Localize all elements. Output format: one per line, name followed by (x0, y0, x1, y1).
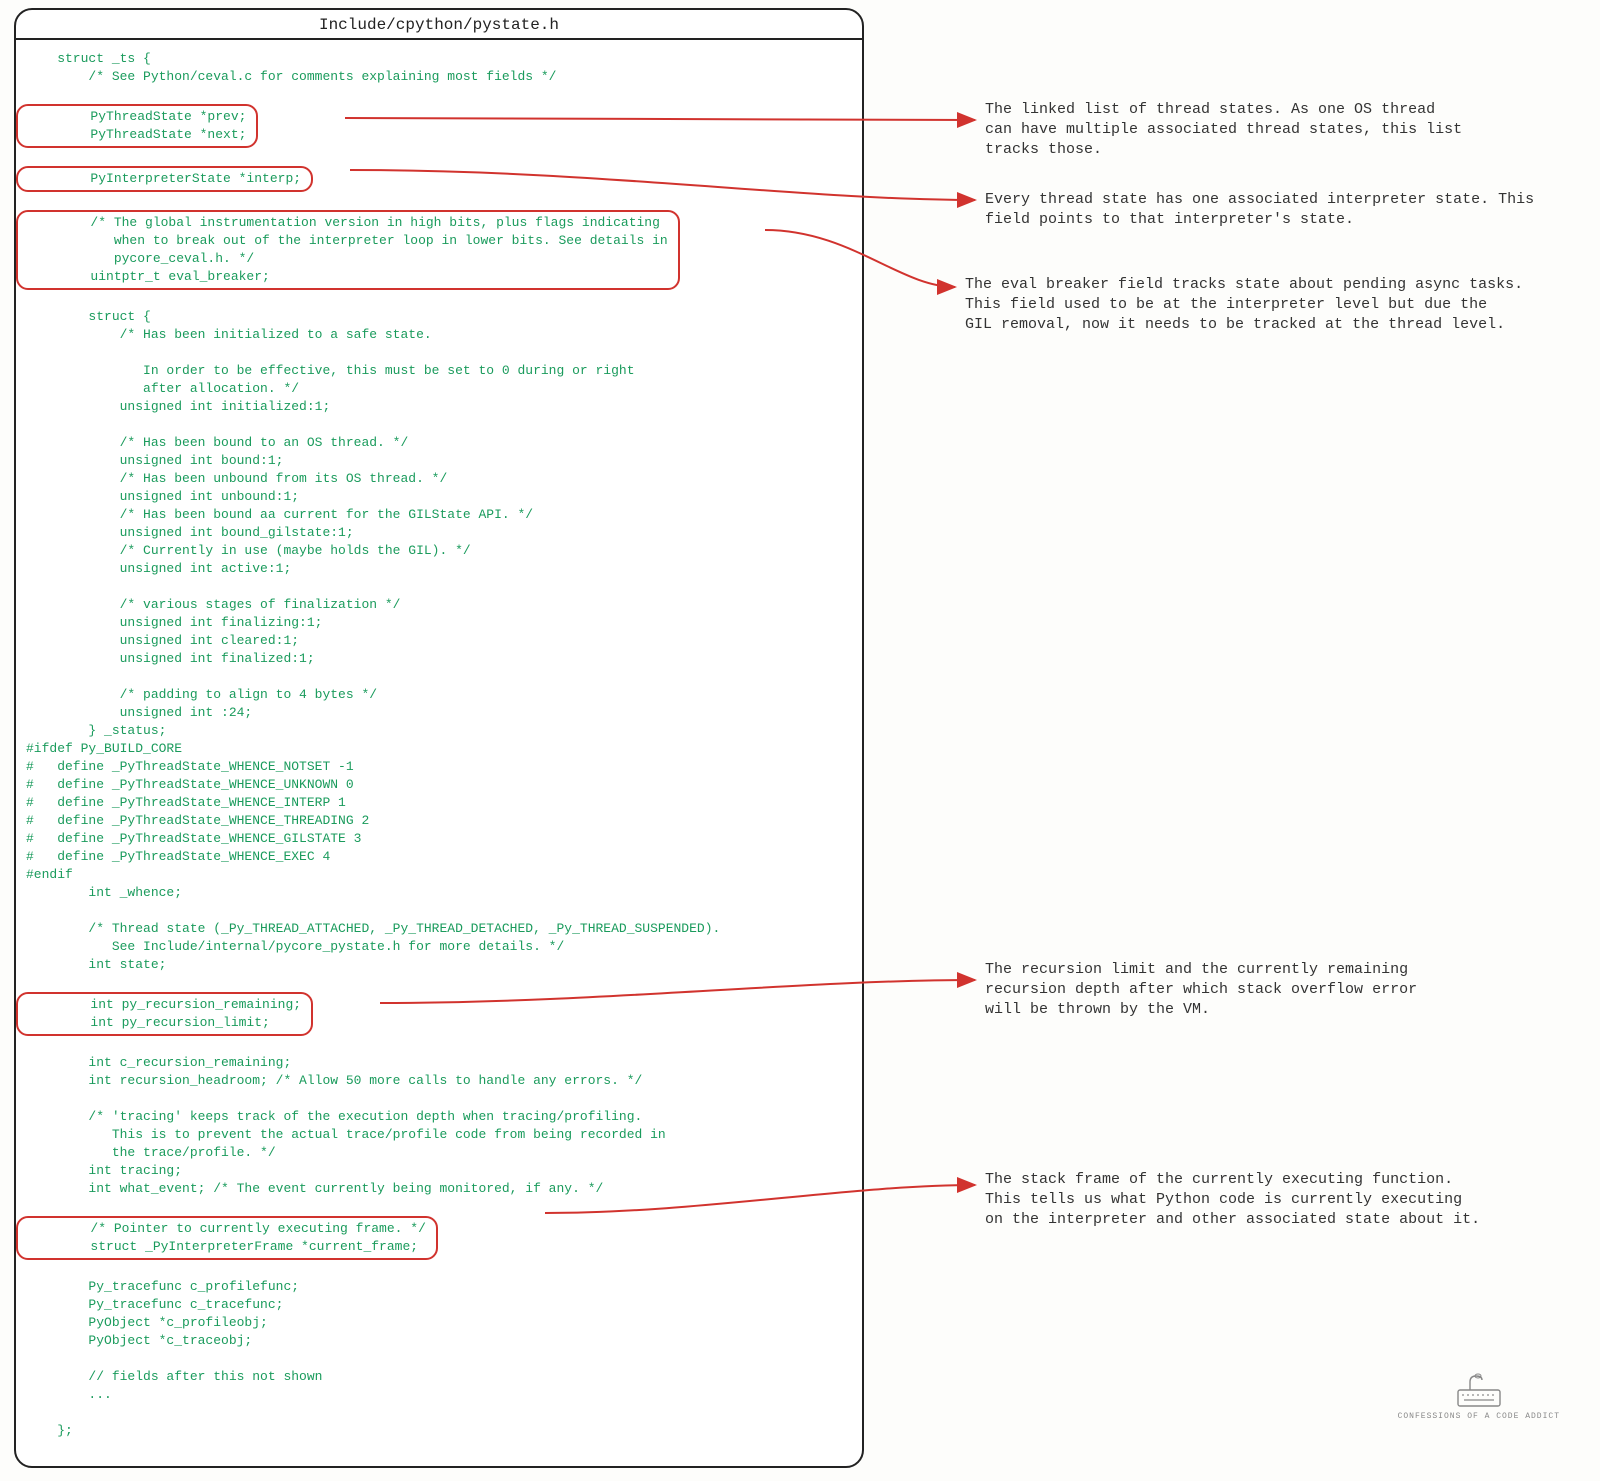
code-line: struct { (26, 309, 151, 324)
code-line: // fields after this not shown (26, 1369, 322, 1384)
code-body: struct _ts { /* See Python/ceval.c for c… (16, 40, 862, 1450)
code-line: #endif (26, 867, 73, 882)
code-line: unsigned int bound:1; (26, 453, 283, 468)
code-line: /* Thread state (_Py_THREAD_ATTACHED, _P… (26, 921, 720, 936)
highlight-current-frame: /* Pointer to currently executing frame.… (16, 1216, 438, 1260)
annotation-interp: Every thread state has one associated in… (985, 190, 1555, 230)
code-line: int tracing; (26, 1163, 182, 1178)
keyboard-icon (1454, 1372, 1504, 1410)
code-line: int c_recursion_remaining; (26, 1055, 291, 1070)
code-line: unsigned int finalizing:1; (26, 615, 322, 630)
code-line: after allocation. */ (26, 381, 299, 396)
code-line: Py_tracefunc c_tracefunc; (26, 1297, 283, 1312)
code-line: /* 'tracing' keeps track of the executio… (26, 1109, 642, 1124)
code-line: unsigned int cleared:1; (26, 633, 299, 648)
code-line: ... (26, 1387, 112, 1402)
code-line: } _status; (26, 723, 166, 738)
code-line: /* various stages of finalization */ (26, 597, 400, 612)
code-line: /* Currently in use (maybe holds the GIL… (26, 543, 471, 558)
code-line: when to break out of the interpreter loo… (28, 233, 668, 248)
annotation-linked-list: The linked list of thread states. As one… (985, 100, 1545, 160)
highlight-recursion: int py_recursion_remaining; int py_recur… (16, 992, 313, 1036)
file-title: Include/cpython/pystate.h (16, 10, 862, 40)
code-line: PyObject *c_traceobj; (26, 1333, 252, 1348)
code-line: int py_recursion_remaining; (28, 997, 301, 1012)
highlight-interp: PyInterpreterState *interp; (16, 166, 313, 192)
code-line: /* See Python/ceval.c for comments expla… (26, 69, 557, 84)
code-line: PyInterpreterState *interp; (28, 171, 301, 186)
code-line: /* Has been bound to an OS thread. */ (26, 435, 408, 450)
code-line: /* The global instrumentation version in… (28, 215, 660, 230)
code-line: /* Has been bound aa current for the GIL… (26, 507, 533, 522)
annotation-current-frame: The stack frame of the currently executi… (985, 1170, 1545, 1230)
code-line: # define _PyThreadState_WHENCE_INTERP 1 (26, 795, 346, 810)
code-line: #ifdef Py_BUILD_CORE (26, 741, 182, 756)
code-line: # define _PyThreadState_WHENCE_UNKNOWN 0 (26, 777, 354, 792)
code-line: unsigned int initialized:1; (26, 399, 330, 414)
code-line: # define _PyThreadState_WHENCE_EXEC 4 (26, 849, 330, 864)
code-line: In order to be effective, this must be s… (26, 363, 635, 378)
code-line: int what_event; /* The event currently b… (26, 1181, 603, 1196)
code-line: unsigned int unbound:1; (26, 489, 299, 504)
code-line: PyThreadState *next; (28, 127, 246, 142)
code-line: int py_recursion_limit; (28, 1015, 270, 1030)
code-line: the trace/profile. */ (26, 1145, 276, 1160)
code-line: /* Has been unbound from its OS thread. … (26, 471, 447, 486)
code-line: PyThreadState *prev; (28, 109, 246, 124)
code-line: int recursion_headroom; /* Allow 50 more… (26, 1073, 642, 1088)
code-line: /* Pointer to currently executing frame.… (28, 1221, 426, 1236)
watermark: CONFESSIONS OF A CODE ADDICT (1398, 1372, 1560, 1421)
code-line: # define _PyThreadState_WHENCE_NOTSET -1 (26, 759, 354, 774)
annotation-recursion: The recursion limit and the currently re… (985, 960, 1505, 1020)
watermark-text: CONFESSIONS OF A CODE ADDICT (1398, 1412, 1560, 1421)
code-line: # define _PyThreadState_WHENCE_THREADING… (26, 813, 369, 828)
code-line: This is to prevent the actual trace/prof… (26, 1127, 666, 1142)
code-window: Include/cpython/pystate.h struct _ts { /… (14, 8, 864, 1468)
code-line: pycore_ceval.h. */ (28, 251, 254, 266)
code-line: /* padding to align to 4 bytes */ (26, 687, 377, 702)
code-line: int _whence; (26, 885, 182, 900)
code-line: PyObject *c_profileobj; (26, 1315, 268, 1330)
highlight-eval-breaker: /* The global instrumentation version in… (16, 210, 680, 290)
code-line: See Include/internal/pycore_pystate.h fo… (26, 939, 564, 954)
code-line: unsigned int bound_gilstate:1; (26, 525, 354, 540)
code-line: }; (26, 1423, 73, 1438)
code-line: struct _PyInterpreterFrame *current_fram… (28, 1239, 418, 1254)
code-line: unsigned int active:1; (26, 561, 291, 576)
highlight-prev-next: PyThreadState *prev; PyThreadState *next… (16, 104, 258, 148)
code-line: struct _ts { (26, 51, 151, 66)
code-line: uintptr_t eval_breaker; (28, 269, 270, 284)
code-line: int state; (26, 957, 166, 972)
code-line: unsigned int finalized:1; (26, 651, 315, 666)
code-line: # define _PyThreadState_WHENCE_GILSTATE … (26, 831, 361, 846)
code-line: unsigned int :24; (26, 705, 252, 720)
code-line: Py_tracefunc c_profilefunc; (26, 1279, 299, 1294)
code-line: /* Has been initialized to a safe state. (26, 327, 432, 342)
annotation-eval-breaker: The eval breaker field tracks state abou… (965, 275, 1555, 335)
